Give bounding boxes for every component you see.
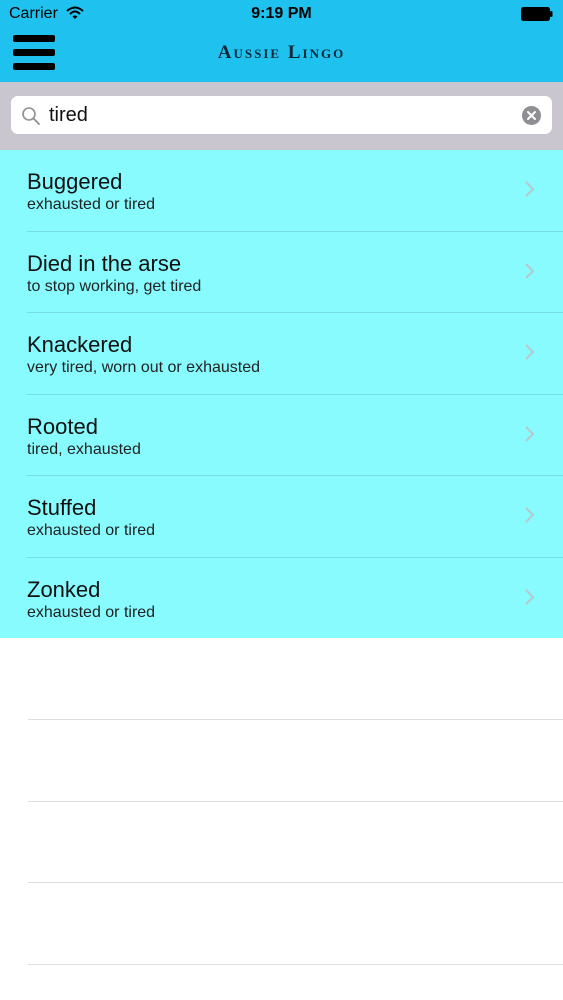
list-item[interactable]: Died in the arse to stop working, get ti… (0, 232, 563, 314)
clear-icon[interactable] (522, 106, 541, 125)
term-label: Zonked (27, 576, 101, 602)
meaning-label: to stop working, get tired (27, 277, 202, 295)
row-divider (28, 882, 563, 883)
row-divider (28, 964, 563, 965)
term-label: Knackered (27, 332, 133, 357)
chevron-right-icon (525, 181, 535, 197)
meaning-label: exhausted or tired (27, 522, 156, 539)
status-bar: Carrier 9:19 PM (0, 0, 563, 28)
meaning-label: very tired, worn out or exhausted (27, 359, 261, 376)
results-list: Buggered exhausted or tired Died in the … (0, 150, 563, 638)
list-item[interactable]: Stuffed exhausted or tired (0, 476, 563, 558)
term-label: Died in the arse (27, 250, 182, 276)
meaning-label: tired, exhausted (27, 440, 141, 458)
row-divider (28, 801, 563, 802)
list-item[interactable]: Zonked exhausted or tired (0, 558, 563, 640)
list-item[interactable]: Rooted tired, exhausted (0, 395, 563, 477)
chevron-right-icon (525, 507, 535, 523)
chevron-right-icon (525, 262, 535, 279)
navigation-bar: Aussie Lingo (0, 28, 563, 82)
list-item[interactable]: Buggered exhausted or tired (0, 150, 563, 232)
row-divider (28, 719, 563, 720)
list-item[interactable]: Knackered very tired, worn out or exhaus… (0, 313, 563, 395)
chevron-right-icon (525, 588, 535, 605)
battery-icon (521, 7, 553, 21)
meaning-label: exhausted or tired (27, 603, 156, 621)
term-label: Stuffed (27, 495, 97, 520)
chevron-right-icon (525, 425, 535, 442)
search-input[interactable] (49, 96, 509, 134)
status-time: 9:19 PM (251, 5, 312, 22)
meaning-label: exhausted or tired (27, 196, 156, 213)
search-icon (22, 107, 40, 125)
top-bar: Carrier 9:19 PM Aussie Lingo (0, 0, 563, 82)
app-title: Aussie Lingo (217, 42, 346, 63)
empty-list-area (0, 638, 563, 1000)
term-label: Rooted (27, 413, 98, 439)
search-field[interactable] (11, 96, 552, 134)
search-bar (0, 82, 563, 150)
chevron-right-icon (525, 344, 535, 360)
term-label: Buggered (27, 169, 123, 194)
